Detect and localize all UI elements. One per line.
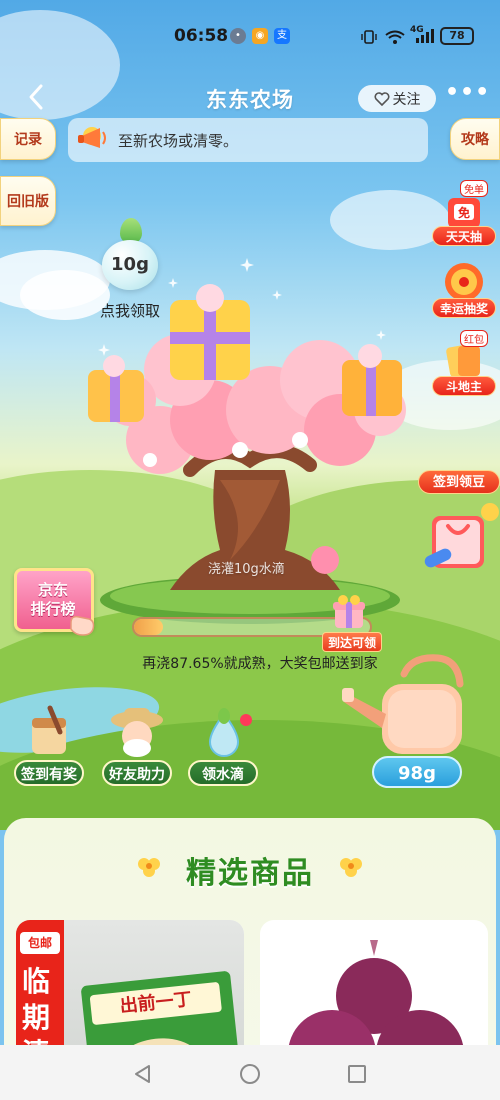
- wifi-icon: [385, 30, 405, 44]
- notice-bar[interactable]: 至新农场或清零。: [68, 118, 428, 162]
- action-label: 领水滴: [188, 760, 258, 786]
- vibrate-icon: [361, 30, 377, 44]
- promo-label: 幸运抽奖: [432, 298, 496, 318]
- checkin-label: 签到领豆: [418, 470, 500, 494]
- ranking-board-button[interactable]: 京东 排行榜: [14, 568, 95, 636]
- records-tab[interactable]: 记录: [0, 118, 56, 160]
- friend-help-button[interactable]: 好友助力: [102, 704, 172, 786]
- status-bar: 06:58 • ◉ 支 4G 78: [0, 22, 500, 52]
- checkin-scroll-icon: [32, 705, 66, 754]
- progress-reward-tag: 到达可领: [322, 632, 382, 652]
- back-triangle-icon[interactable]: [132, 1063, 154, 1085]
- promo-label: 天天抽: [432, 226, 496, 246]
- fruit-tree-illustration[interactable]: [70, 260, 430, 640]
- checkin-beans-button[interactable]: 签到领豆: [408, 470, 500, 580]
- system-nav-bar: [0, 1045, 500, 1100]
- watering-can-icon[interactable]: [342, 654, 472, 764]
- app-notification-icon: ◉: [252, 28, 268, 44]
- heart-icon: [373, 91, 390, 106]
- farmer-avatar-icon: [111, 708, 163, 757]
- battery-indicator: 78: [440, 27, 474, 45]
- shopping-bag-icon: [424, 503, 499, 568]
- follow-button[interactable]: 关注: [358, 85, 436, 112]
- collect-water-button[interactable]: 领水滴: [188, 704, 258, 786]
- notice-text: 至新农场或清零。: [118, 132, 239, 150]
- checkin-reward-button[interactable]: 签到有奖: [14, 704, 84, 786]
- panel-title: 精选商品: [186, 856, 314, 891]
- message-icon: •: [230, 28, 246, 44]
- old-version-tab[interactable]: 回旧版: [0, 176, 56, 226]
- status-time: 06:58: [174, 26, 229, 46]
- noodle-brand-label: 出前一丁: [89, 981, 222, 1026]
- alipay-icon: 支: [274, 28, 290, 44]
- guide-tab[interactable]: 攻略: [450, 118, 500, 160]
- flower-icon: [340, 858, 362, 877]
- home-circle-icon[interactable]: [239, 1063, 261, 1085]
- follow-label: 关注: [392, 91, 421, 108]
- megaphone-icon: [78, 127, 106, 148]
- water-amount-badge[interactable]: 98g: [372, 756, 462, 788]
- promo-tag: 红包: [460, 330, 488, 347]
- action-label: 好友助力: [102, 760, 172, 786]
- promo-tag: 免单: [460, 180, 488, 197]
- promo-label: 斗地主: [432, 376, 496, 396]
- action-label: 签到有奖: [14, 760, 84, 786]
- growth-progress-fill: [134, 619, 164, 635]
- free-shipping-badge: 包邮: [20, 932, 60, 954]
- recents-square-icon[interactable]: [346, 1063, 368, 1085]
- pointing-hand-icon: [70, 615, 95, 636]
- gift-box-icon: [333, 595, 365, 628]
- promo-daily-draw[interactable]: 免 免单 天天抽: [432, 180, 496, 248]
- promo-landlord-game[interactable]: 红包 斗地主: [432, 330, 496, 398]
- more-options-button[interactable]: •••: [445, 82, 489, 110]
- ranking-line-1: 京东: [37, 581, 68, 599]
- signal-icon: [416, 29, 434, 43]
- svg-text:免: 免: [458, 205, 470, 220]
- water-hint-text: 浇灌10g水滴: [208, 562, 285, 577]
- water-drop-icon: [208, 708, 252, 757]
- promo-lucky-draw[interactable]: 幸运抽奖: [432, 260, 496, 320]
